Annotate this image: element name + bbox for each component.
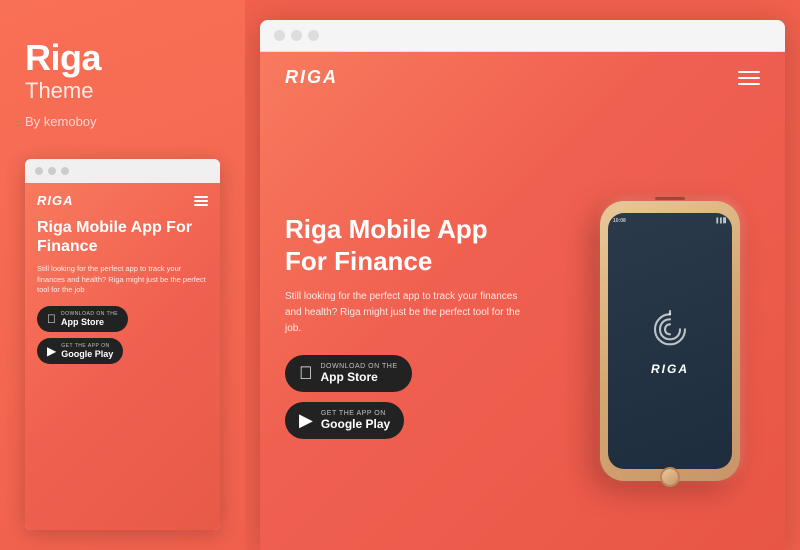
google-play-icon: ▶ — [299, 410, 313, 431]
brand-by: By kemoboy — [25, 114, 220, 129]
mini-google-play-button[interactable]: ▶ Get the app on Google Play — [37, 338, 123, 364]
mini-browser-bar — [25, 159, 220, 183]
riga-spiral-icon — [645, 306, 695, 356]
brand-subtitle: Theme — [25, 78, 220, 104]
mini-app-store-main: App Store — [61, 317, 118, 327]
mini-browser-content: RIGA Riga Mobile App For Finance Still l… — [25, 183, 220, 530]
mini-headline: Riga Mobile App For Finance — [37, 218, 208, 256]
app-store-main: App Store — [321, 370, 398, 384]
phone-outer: 10:08 ▐▐ ▊ — [600, 201, 740, 481]
mini-hamburger-icon[interactable] — [194, 196, 208, 206]
browser-bar — [260, 20, 785, 52]
site-hamburger-icon[interactable] — [738, 71, 760, 85]
mini-nav: RIGA — [37, 193, 208, 208]
left-panel: Riga Theme By kemoboy RIGA Riga Mobile A… — [0, 0, 245, 550]
right-panel: RIGA Riga Mobile App For Finance Still l… — [245, 0, 800, 550]
mini-dot-3 — [61, 167, 69, 175]
site-logo: RIGA — [285, 67, 338, 88]
mini-google-play-main: Google Play — [61, 349, 113, 359]
hero-description: Still looking for the perfect app to tra… — [285, 289, 525, 337]
browser-dot-1 — [274, 30, 285, 41]
site-nav: RIGA — [260, 52, 785, 103]
phone-home-button[interactable] — [660, 467, 680, 487]
google-play-sub: Get the app on — [321, 410, 390, 417]
mini-logo: RIGA — [37, 193, 74, 208]
phone-status-icons: ▐▐ ▊ — [715, 218, 727, 224]
google-play-button[interactable]: ▶ Get the app on Google Play — [285, 402, 404, 439]
site-hero: Riga Mobile App For Finance Still lookin… — [260, 103, 785, 550]
phone-screen: 10:08 ▐▐ ▊ — [608, 213, 732, 469]
phone-time: 10:08 — [613, 218, 626, 224]
hero-text: Riga Mobile App For Finance Still lookin… — [285, 214, 525, 438]
google-play-icon: ▶ — [47, 344, 56, 358]
google-play-main: Google Play — [321, 417, 390, 431]
brand-title: Riga — [25, 40, 220, 76]
browser-dot-2 — [291, 30, 302, 41]
browser-window: RIGA Riga Mobile App For Finance Still l… — [260, 20, 785, 550]
phone-status-bar: 10:08 ▐▐ ▊ — [613, 218, 727, 224]
browser-content: RIGA Riga Mobile App For Finance Still l… — [260, 52, 785, 550]
hero-buttons:  Download on the App Store ▶ Get the ap… — [285, 355, 525, 439]
app-store-sub: Download on the — [321, 363, 398, 370]
phone-brand-label: RIGA — [651, 362, 689, 376]
apple-icon:  — [47, 312, 56, 326]
phone-speaker — [655, 197, 685, 200]
phone-logo-area: RIGA — [645, 306, 695, 376]
app-store-button[interactable]:  Download on the App Store — [285, 355, 412, 392]
browser-dot-3 — [308, 30, 319, 41]
phone-mockup: 10:08 ▐▐ ▊ — [585, 103, 755, 550]
mini-description: Still looking for the perfect app to tra… — [37, 264, 208, 296]
mini-dot-2 — [48, 167, 56, 175]
hero-title: Riga Mobile App For Finance — [285, 214, 525, 276]
mini-dot-1 — [35, 167, 43, 175]
apple-icon:  — [299, 363, 313, 384]
mini-app-store-button[interactable]:  Download on the App Store — [37, 306, 128, 332]
mini-browser-window: RIGA Riga Mobile App For Finance Still l… — [25, 159, 220, 530]
